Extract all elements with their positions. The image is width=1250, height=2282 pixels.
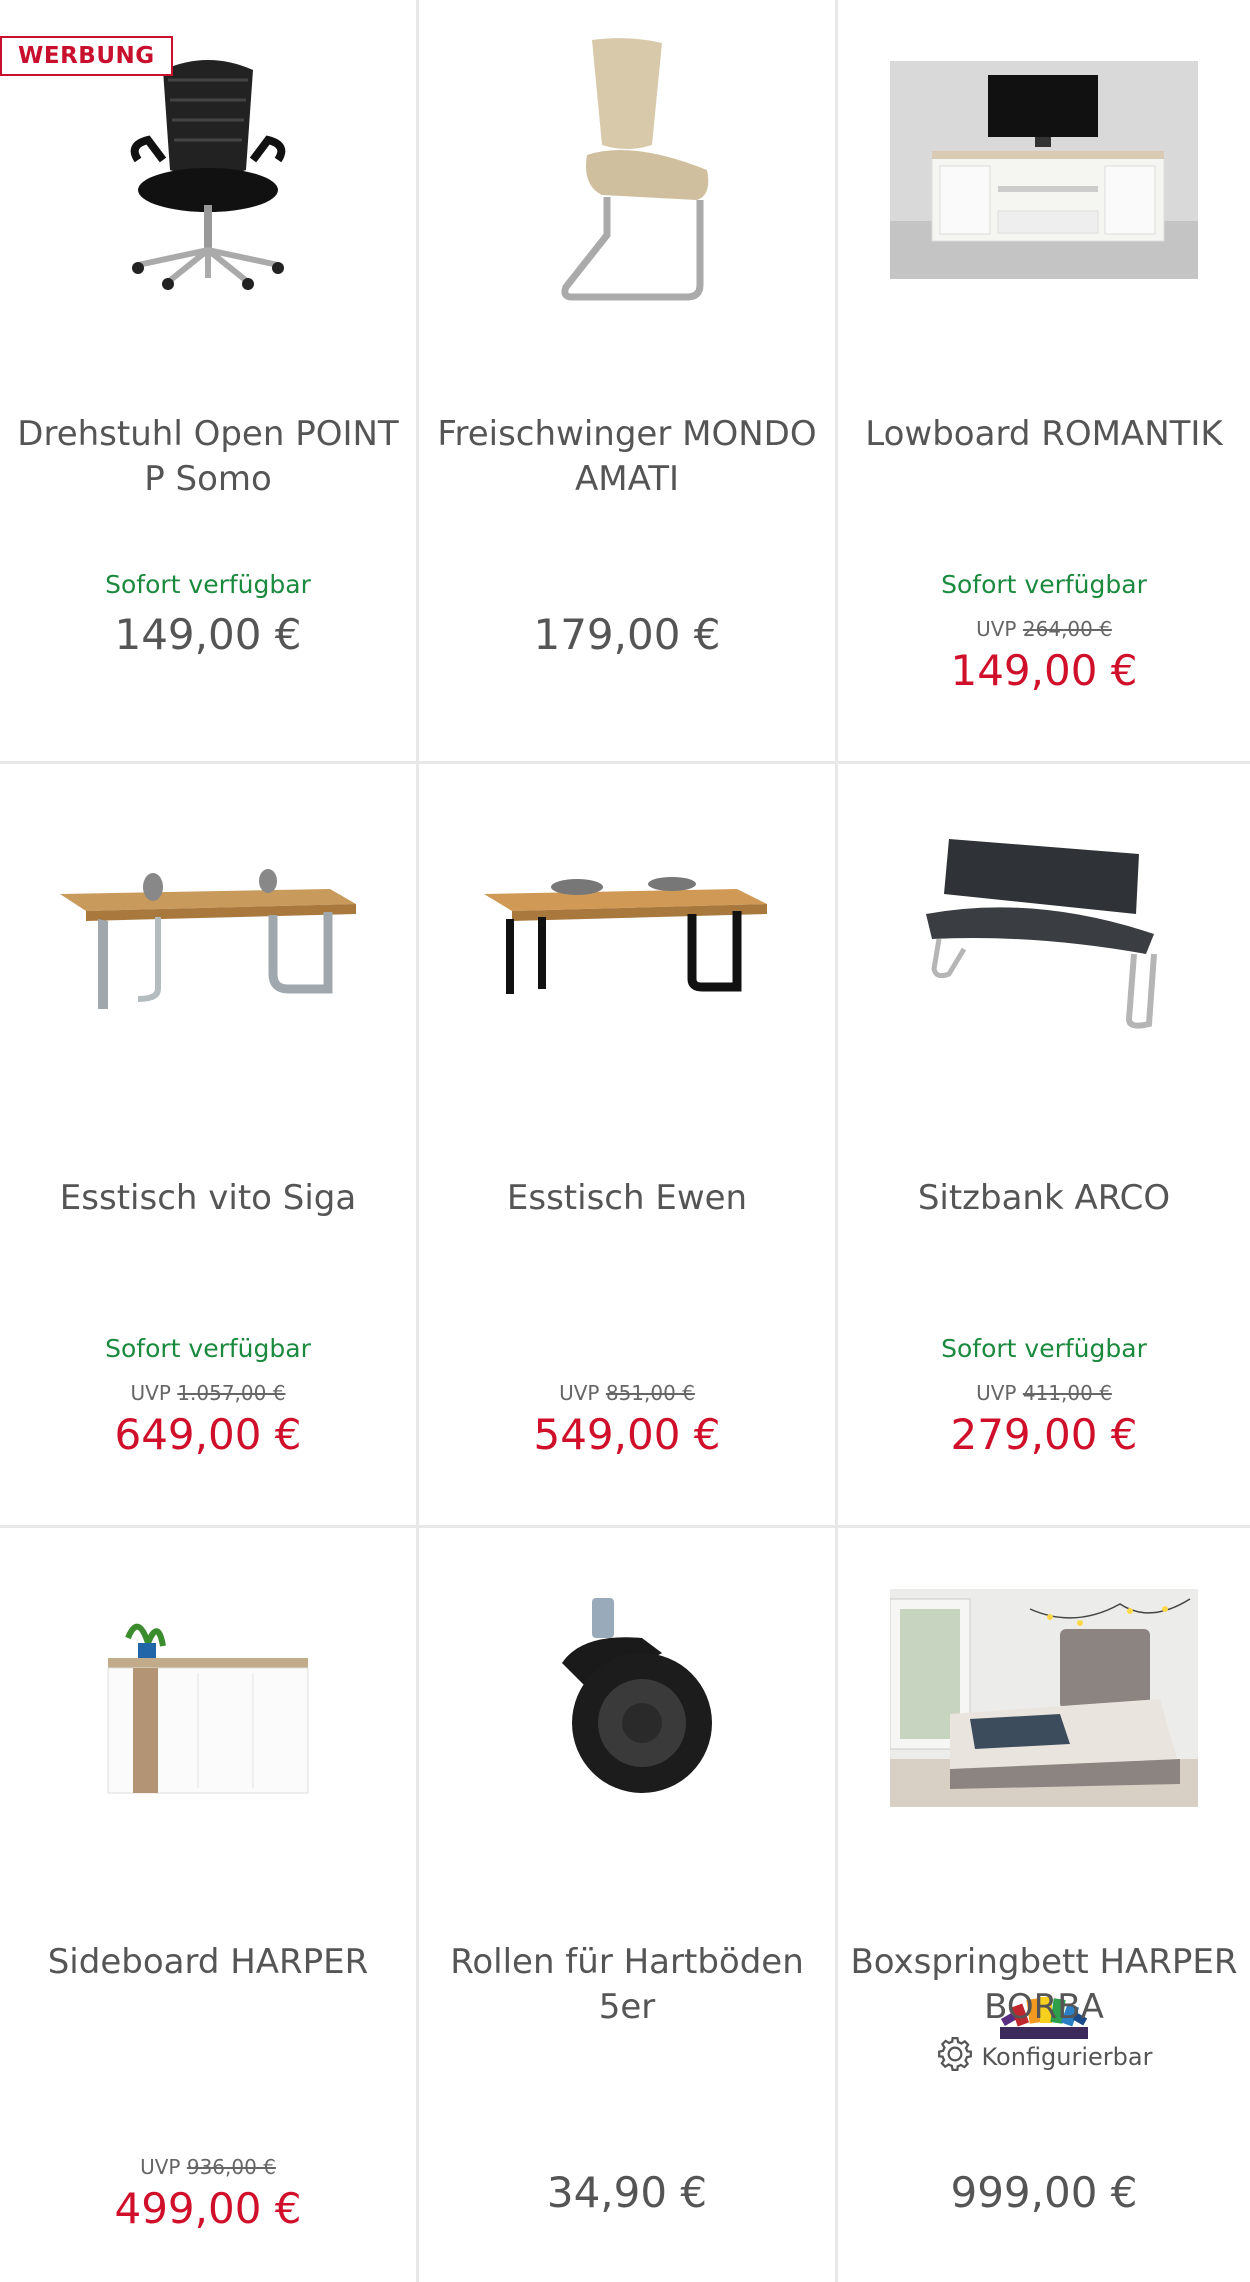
- uvp-label: UVP: [559, 1381, 600, 1405]
- product-card[interactable]: Rollen für Hartböden 5er 34,90 €: [419, 1528, 838, 2282]
- uvp-old-price: 1.057,00 €: [177, 1381, 286, 1405]
- bench-image[interactable]: [838, 804, 1250, 1064]
- product-grid: WERBUNG Drehstuhl Open POINT P Somo Sofo…: [0, 0, 1250, 2282]
- uvp-price: UVP 936,00 €: [0, 2155, 416, 2179]
- uvp-price: UVP 1.057,00 €: [0, 1381, 416, 1405]
- configurable-label: Konfigurierbar: [981, 2043, 1153, 2071]
- product-card[interactable]: Esstisch vito Siga Sofort verfügbar UVP …: [0, 764, 419, 1528]
- boxspring-bed-image[interactable]: [838, 1568, 1250, 1828]
- caster-wheel-image[interactable]: [419, 1568, 835, 1828]
- dining-table-image[interactable]: [0, 804, 416, 1064]
- product-title[interactable]: Lowboard ROMANTIK: [848, 412, 1240, 457]
- uvp-old-price: 936,00 €: [186, 2155, 276, 2179]
- cantilever-chair-image[interactable]: [419, 38, 835, 301]
- uvp-label: UVP: [976, 1381, 1017, 1405]
- price: 34,90 €: [546, 2168, 708, 2217]
- product-title[interactable]: Rollen für Hartböden 5er: [429, 1940, 825, 2030]
- product-title[interactable]: Sitzbank ARCO: [848, 1176, 1240, 1221]
- availability-status: Sofort verfügbar: [105, 570, 311, 599]
- product-card[interactable]: Sitzbank ARCO Sofort verfügbar UVP 411,0…: [838, 764, 1250, 1528]
- price: 179,00 €: [533, 610, 721, 659]
- uvp-old-price: 411,00 €: [1022, 1381, 1112, 1405]
- product-title[interactable]: Esstisch vito Siga: [10, 1176, 406, 1221]
- sale-price: 149,00 €: [950, 646, 1138, 695]
- sideboard-image[interactable]: [0, 1568, 416, 1828]
- configurable-indicator[interactable]: Konfigurierbar: [838, 2035, 1250, 2079]
- uvp-price: UVP 411,00 €: [838, 1381, 1250, 1405]
- uvp-old-price: 851,00 €: [605, 1381, 695, 1405]
- availability-status: Sofort verfügbar: [941, 1334, 1147, 1363]
- price: 999,00 €: [950, 2168, 1138, 2217]
- uvp-label: UVP: [140, 2155, 181, 2179]
- tv-lowboard-image[interactable]: [838, 40, 1250, 300]
- sale-price: 499,00 €: [114, 2184, 302, 2233]
- gear-icon: [936, 2035, 974, 2079]
- office-chair-image[interactable]: [0, 40, 416, 300]
- uvp-price: UVP 264,00 €: [838, 617, 1250, 641]
- product-card[interactable]: WERBUNG Drehstuhl Open POINT P Somo Sofo…: [0, 0, 419, 764]
- availability-status: Sofort verfügbar: [941, 570, 1147, 599]
- sale-price: 279,00 €: [950, 1410, 1138, 1459]
- product-card[interactable]: Sideboard HARPER UVP 936,00 € 499,00 €: [0, 1528, 419, 2282]
- ad-badge: WERBUNG: [0, 36, 173, 76]
- uvp-label: UVP: [976, 617, 1017, 641]
- uvp-label: UVP: [130, 1381, 171, 1405]
- product-card[interactable]: Boxspringbett HARPER BORBA Konfigurierba…: [838, 1528, 1250, 2282]
- product-title[interactable]: Esstisch Ewen: [429, 1176, 825, 1221]
- price: 149,00 €: [114, 610, 302, 659]
- product-card[interactable]: Esstisch Ewen UVP 851,00 € 549,00 €: [419, 764, 838, 1528]
- product-card[interactable]: Lowboard ROMANTIK Sofort verfügbar UVP 2…: [838, 0, 1250, 764]
- dining-table-black-legs-image[interactable]: [419, 804, 835, 1064]
- uvp-price: UVP 851,00 €: [419, 1381, 835, 1405]
- product-title[interactable]: Freischwinger MONDO AMATI: [429, 412, 825, 502]
- sale-price: 549,00 €: [533, 1410, 721, 1459]
- uvp-old-price: 264,00 €: [1022, 617, 1112, 641]
- product-title[interactable]: Boxspringbett HARPER BORBA: [848, 1940, 1240, 2030]
- product-title[interactable]: Drehstuhl Open POINT P Somo: [10, 412, 406, 502]
- availability-status: Sofort verfügbar: [105, 1334, 311, 1363]
- product-card[interactable]: Freischwinger MONDO AMATI 179,00 €: [419, 0, 838, 764]
- product-title[interactable]: Sideboard HARPER: [10, 1940, 406, 1985]
- sale-price: 649,00 €: [114, 1410, 302, 1459]
